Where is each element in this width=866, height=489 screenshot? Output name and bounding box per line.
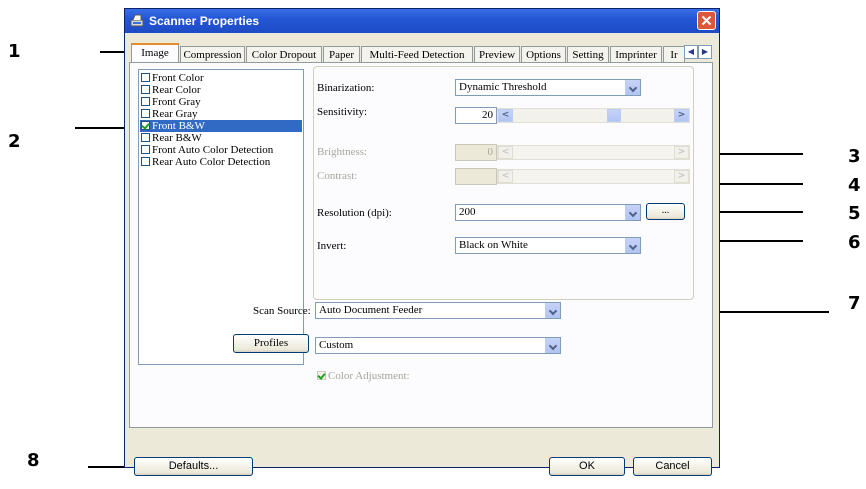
list-item-front-gray[interactable]: Front Gray: [140, 96, 302, 108]
list-item-label: Rear Auto Color Detection: [152, 156, 271, 168]
tab-scroll-right-icon: ▶: [701, 47, 709, 56]
callout-6: 6: [848, 232, 861, 253]
list-item-front-auto-color[interactable]: Front Auto Color Detection: [140, 144, 302, 156]
invert-label: Invert:: [317, 240, 347, 252]
resolution-more-button[interactable]: ...: [646, 203, 685, 220]
defaults-button[interactable]: Defaults...: [134, 457, 253, 476]
checkbox-icon[interactable]: [141, 157, 150, 166]
callout-5: 5: [848, 203, 861, 224]
checkbox-icon[interactable]: [141, 73, 150, 82]
list-item-label: Front Color: [152, 72, 204, 84]
list-item-label: Front B&W: [152, 120, 205, 132]
scan-source-select[interactable]: Auto Document Feeder: [315, 302, 561, 319]
callout-7: 7: [848, 293, 861, 314]
tab-scroll-left-icon: ◀: [687, 47, 695, 56]
checkbox-icon[interactable]: [141, 133, 150, 142]
checkbox-icon[interactable]: [141, 109, 150, 118]
sensitivity-label: Sensitivity:: [317, 106, 368, 118]
profile-select[interactable]: Custom: [315, 337, 561, 354]
tab-multi-feed-detection[interactable]: Multi-Feed Detection: [361, 46, 473, 62]
brightness-label: Brightness:: [317, 146, 368, 158]
tab-compression[interactable]: Compression: [180, 46, 245, 62]
tab-preview[interactable]: Preview: [474, 46, 520, 62]
tab-scroll-right[interactable]: ▶: [698, 45, 712, 59]
list-item-front-bw[interactable]: Front B&W: [140, 120, 302, 132]
color-adjustment-label: Color Adjustment:: [328, 370, 410, 382]
dropdown-arrow-icon[interactable]: [545, 338, 560, 353]
checkbox-icon[interactable]: [141, 85, 150, 94]
callout-2: 2: [8, 131, 21, 152]
scan-source-label: Scan Source:: [253, 305, 311, 317]
resolution-value: 200: [459, 206, 476, 218]
ok-button[interactable]: OK: [549, 457, 625, 476]
contrast-label: Contrast:: [317, 170, 358, 182]
tab-truncated[interactable]: Ir: [663, 46, 685, 62]
scan-source-value: Auto Document Feeder: [319, 304, 423, 316]
invert-value: Black on White: [459, 239, 528, 251]
brightness-slider: < >: [497, 145, 690, 160]
window-title: Scanner Properties: [149, 14, 260, 28]
list-item-label: Front Auto Color Detection: [152, 144, 274, 156]
list-item-label: Rear Gray: [152, 108, 198, 120]
list-item-rear-gray[interactable]: Rear Gray: [140, 108, 302, 120]
close-button[interactable]: [697, 11, 716, 30]
resolution-label: Resolution (dpi):: [317, 207, 392, 219]
contrast-slider: < >: [497, 169, 690, 184]
close-icon: [701, 15, 712, 26]
list-item-rear-bw[interactable]: Rear B&W: [140, 132, 302, 144]
color-adjustment-checkbox: Color Adjustment:: [316, 370, 410, 382]
binarization-value: Dynamic Threshold: [459, 81, 547, 93]
dropdown-arrow-icon[interactable]: [625, 238, 640, 253]
checkbox-icon[interactable]: [141, 121, 150, 130]
tab-image[interactable]: Image: [131, 43, 179, 62]
tab-imprinter[interactable]: Imprinter: [610, 46, 662, 62]
sensitivity-slider-thumb[interactable]: [607, 109, 621, 122]
scanner-app-icon: [130, 14, 144, 27]
image-type-listbox[interactable]: Front Color Rear Color Front Gray Rear G…: [138, 69, 304, 365]
scroll-left-arrow-icon: <: [498, 170, 513, 183]
dropdown-arrow-icon[interactable]: [625, 205, 640, 220]
checkbox-icon[interactable]: [141, 145, 150, 154]
list-item-rear-color[interactable]: Rear Color: [140, 84, 302, 96]
list-item-label: Rear B&W: [152, 132, 202, 144]
callout-1: 1: [8, 41, 21, 62]
list-item-label: Rear Color: [152, 84, 201, 96]
invert-select[interactable]: Black on White: [455, 237, 641, 254]
callout-8: 8: [27, 450, 40, 471]
scroll-right-arrow-icon: >: [674, 146, 689, 159]
resolution-select[interactable]: 200: [455, 204, 641, 221]
tab-paper[interactable]: Paper: [323, 46, 360, 62]
scanner-properties-window: Scanner Properties Image Compression Col…: [124, 8, 720, 476]
checkbox-icon: [317, 371, 326, 380]
scroll-left-arrow-icon[interactable]: <: [498, 109, 513, 122]
contrast-value: [455, 168, 497, 185]
list-item-rear-auto-color[interactable]: Rear Auto Color Detection: [140, 156, 302, 168]
profile-value: Custom: [319, 339, 354, 351]
tab-color-dropout[interactable]: Color Dropout: [246, 46, 322, 62]
binarization-select[interactable]: Dynamic Threshold: [455, 79, 641, 96]
tab-setting[interactable]: Setting: [567, 46, 609, 62]
tab-scroll-left[interactable]: ◀: [684, 45, 698, 59]
checkbox-icon[interactable]: [141, 97, 150, 106]
dropdown-arrow-icon[interactable]: [625, 80, 640, 95]
tab-options[interactable]: Options: [521, 46, 566, 62]
binarization-label: Binarization:: [317, 82, 375, 94]
scroll-left-arrow-icon: <: [498, 146, 513, 159]
sensitivity-slider[interactable]: < >: [497, 108, 690, 123]
dropdown-arrow-icon[interactable]: [545, 303, 560, 318]
brightness-value: 0: [455, 144, 497, 161]
sensitivity-value[interactable]: 20: [455, 107, 497, 124]
scroll-right-arrow-icon[interactable]: >: [674, 109, 689, 122]
profiles-button[interactable]: Profiles: [233, 334, 309, 353]
list-item-front-color[interactable]: Front Color: [140, 72, 302, 84]
callout-3: 3: [848, 146, 861, 167]
title-bar[interactable]: Scanner Properties: [125, 9, 719, 33]
callout-4: 4: [848, 175, 861, 196]
cancel-button[interactable]: Cancel: [633, 457, 712, 476]
scroll-right-arrow-icon: >: [674, 170, 689, 183]
list-item-label: Front Gray: [152, 96, 201, 108]
